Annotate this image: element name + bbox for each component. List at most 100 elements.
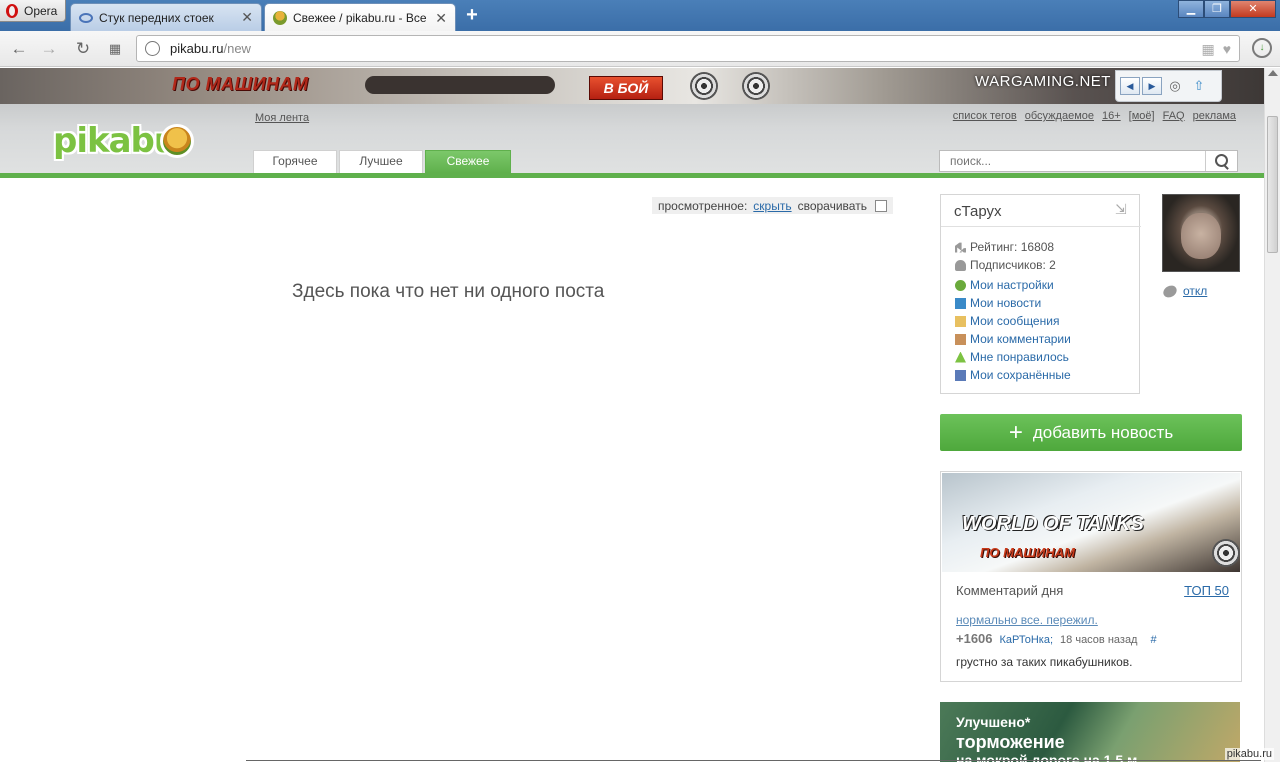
vertical-scrollbar[interactable] bbox=[1264, 68, 1280, 762]
news-icon bbox=[955, 297, 966, 309]
target-icon bbox=[1212, 539, 1240, 567]
my-feed-link[interactable]: Моя лента bbox=[255, 112, 309, 124]
comment-of-day-title: Комментарий дня bbox=[956, 583, 1064, 598]
gear-icon bbox=[955, 279, 966, 291]
comment-text: грустно за таких пикабушников. bbox=[956, 655, 1133, 669]
comment-time: 18 часов назад bbox=[1060, 634, 1138, 646]
comment-icon bbox=[955, 333, 966, 345]
scroll-thumb[interactable] bbox=[1267, 116, 1278, 253]
mine-link[interactable]: [моё] bbox=[1129, 110, 1155, 122]
advertising-link[interactable]: реклама bbox=[1193, 110, 1236, 122]
target-icon bbox=[742, 72, 770, 100]
forward-arrow-icon[interactable]: → bbox=[40, 40, 58, 58]
wot-banner[interactable]: WORLD OF TANKS ПО МАШИНАМ bbox=[942, 473, 1240, 572]
banner-cta-button[interactable]: В БОЙ bbox=[589, 76, 663, 100]
tab-title: Стук передних стоек bbox=[99, 10, 214, 25]
address-bar-actions: ▦ ♥ bbox=[1201, 41, 1231, 58]
subscribers-value: Подписчиков: 2 bbox=[970, 258, 1056, 272]
opera-turbo-icon[interactable]: ↓ bbox=[1252, 38, 1272, 58]
search-box bbox=[939, 150, 1238, 172]
wot-banner-subtitle: ПО МАШИНАМ bbox=[980, 545, 1075, 560]
speed-dial-grid-icon[interactable]: ▦ bbox=[106, 40, 124, 58]
tire-ad-banner[interactable]: Улучшено* торможение на мокрой дороге на… bbox=[940, 702, 1240, 762]
browser-tab-active[interactable]: Свежее / pikabu.ru - Все ✕ bbox=[264, 3, 456, 32]
logout-link[interactable]: откл bbox=[1183, 284, 1207, 298]
banner-controls: ◀ ▶ ◎ ⇧ bbox=[1115, 70, 1222, 102]
address-bar[interactable]: pikabu.ru/new ▦ ♥ bbox=[136, 35, 1240, 62]
pikabu-logo[interactable]: pikabu bbox=[53, 121, 178, 161]
tab-best[interactable]: Лучшее bbox=[339, 150, 423, 173]
tank-barrel-graphic bbox=[365, 76, 555, 94]
opera-logo-icon bbox=[6, 3, 18, 18]
mail-icon bbox=[955, 315, 966, 327]
hide-banner-eye-icon[interactable]: ◎ bbox=[1164, 78, 1186, 94]
my-comments-label: Мои комментарии bbox=[970, 332, 1071, 346]
tags-list-link[interactable]: список тегов bbox=[953, 110, 1017, 122]
liked-link[interactable]: Мне понравилось bbox=[955, 350, 1069, 364]
tab-title: Свежее / pikabu.ru - Все bbox=[293, 11, 427, 25]
tab-close-icon[interactable]: ✕ bbox=[435, 10, 447, 27]
heart-bookmark-icon[interactable]: ♥ bbox=[1223, 41, 1231, 58]
comment-permalink[interactable]: # bbox=[1150, 634, 1156, 646]
avatar[interactable] bbox=[1162, 194, 1240, 272]
search-input[interactable] bbox=[940, 151, 1205, 171]
tab-fresh[interactable]: Свежее bbox=[425, 150, 511, 173]
rating-chart-icon bbox=[955, 242, 966, 253]
scroll-up-arrow-icon[interactable] bbox=[1268, 70, 1278, 76]
wargaming-logo: WARGAMING.NET bbox=[975, 73, 1111, 90]
tab-favicon-icon bbox=[79, 12, 93, 23]
banner-next-button[interactable]: ▶ bbox=[1142, 77, 1162, 95]
add-post-button[interactable]: + добавить новость bbox=[940, 414, 1242, 451]
ad-line-2: торможение bbox=[956, 732, 1065, 752]
messages-link[interactable]: Мои сообщения bbox=[955, 314, 1059, 328]
collapse-banner-icon[interactable]: ⇧ bbox=[1188, 78, 1210, 94]
search-icon[interactable] bbox=[1205, 151, 1237, 171]
browser-toolbar: ← → ↻ ▦ pikabu.ru/new ▦ ♥ ↓ bbox=[0, 31, 1280, 67]
plus-icon: + bbox=[1008, 418, 1023, 446]
window-controls: ▁ ❐ ✕ bbox=[1178, 0, 1276, 18]
profile-divider bbox=[941, 226, 1141, 227]
banner-prev-button[interactable]: ◀ bbox=[1120, 77, 1140, 95]
pikabu-favicon-icon bbox=[273, 11, 287, 25]
comment-post-link[interactable]: нормально все. пережил. bbox=[956, 613, 1098, 627]
reader-grid-icon[interactable]: ▦ bbox=[1201, 41, 1214, 58]
faq-link[interactable]: FAQ bbox=[1163, 110, 1185, 122]
profile-username[interactable]: сТарух bbox=[954, 203, 1002, 220]
reload-icon[interactable]: ↻ bbox=[74, 40, 92, 58]
comment-of-day-panel: WORLD OF TANKS ПО МАШИНАМ Комментарий дн… bbox=[940, 471, 1242, 682]
messages-label: Мои сообщения bbox=[970, 314, 1060, 328]
comment-author-link[interactable]: КаРТоНка; bbox=[1000, 634, 1054, 646]
pin-icon[interactable]: ⇲ bbox=[1115, 201, 1133, 217]
feed-tabs: Горячее Лучшее Свежее bbox=[253, 150, 511, 173]
close-window-button[interactable]: ✕ bbox=[1230, 0, 1276, 18]
my-news-link[interactable]: Мои новости bbox=[955, 296, 1041, 310]
adult-filter-link[interactable]: 16+ bbox=[1102, 110, 1121, 122]
new-tab-button[interactable]: + bbox=[462, 5, 482, 26]
minimize-button[interactable]: ▁ bbox=[1178, 0, 1204, 18]
opera-menu-button[interactable]: Opera bbox=[0, 0, 66, 22]
watermark: pikabu.ru bbox=[1224, 748, 1274, 760]
globe-icon bbox=[145, 41, 160, 56]
browser-tab-inactive[interactable]: Стук передних стоек ✕ bbox=[70, 3, 262, 31]
browser-titlebar: Opera Стук передних стоек ✕ Свежее / pik… bbox=[0, 0, 1280, 32]
collapse-label: сворачивать bbox=[797, 198, 867, 213]
my-comments-link[interactable]: Мои комментарии bbox=[955, 332, 1071, 346]
hide-viewed-link[interactable]: скрыть bbox=[753, 199, 791, 213]
collapse-checkbox[interactable] bbox=[874, 199, 887, 212]
save-icon bbox=[955, 369, 966, 381]
discussed-link[interactable]: обсуждаемое bbox=[1025, 110, 1094, 122]
ad-banner[interactable]: ПО МАШИНАМ В БОЙ WARGAMING.NET ◀ ▶ ◎ ⇧ bbox=[0, 68, 1264, 104]
back-arrow-icon[interactable]: ← bbox=[10, 40, 28, 58]
viewed-filter: просмотренное: скрыть сворачивать bbox=[652, 197, 893, 214]
tab-hot[interactable]: Горячее bbox=[253, 150, 337, 173]
top50-link[interactable]: ТОП 50 bbox=[1184, 583, 1229, 598]
url-host: pikabu.ru bbox=[170, 41, 224, 56]
leaf-icon bbox=[1161, 282, 1179, 300]
opera-menu-label: Opera bbox=[24, 3, 58, 18]
saved-link[interactable]: Мои сохранённые bbox=[955, 368, 1071, 382]
liked-label: Мне понравилось bbox=[970, 350, 1069, 364]
settings-link[interactable]: Мои настройки bbox=[955, 278, 1054, 292]
tab-close-icon[interactable]: ✕ bbox=[241, 9, 253, 26]
empty-feed-message: Здесь пока что нет ни одного поста bbox=[292, 281, 605, 302]
maximize-button[interactable]: ❐ bbox=[1204, 0, 1230, 18]
